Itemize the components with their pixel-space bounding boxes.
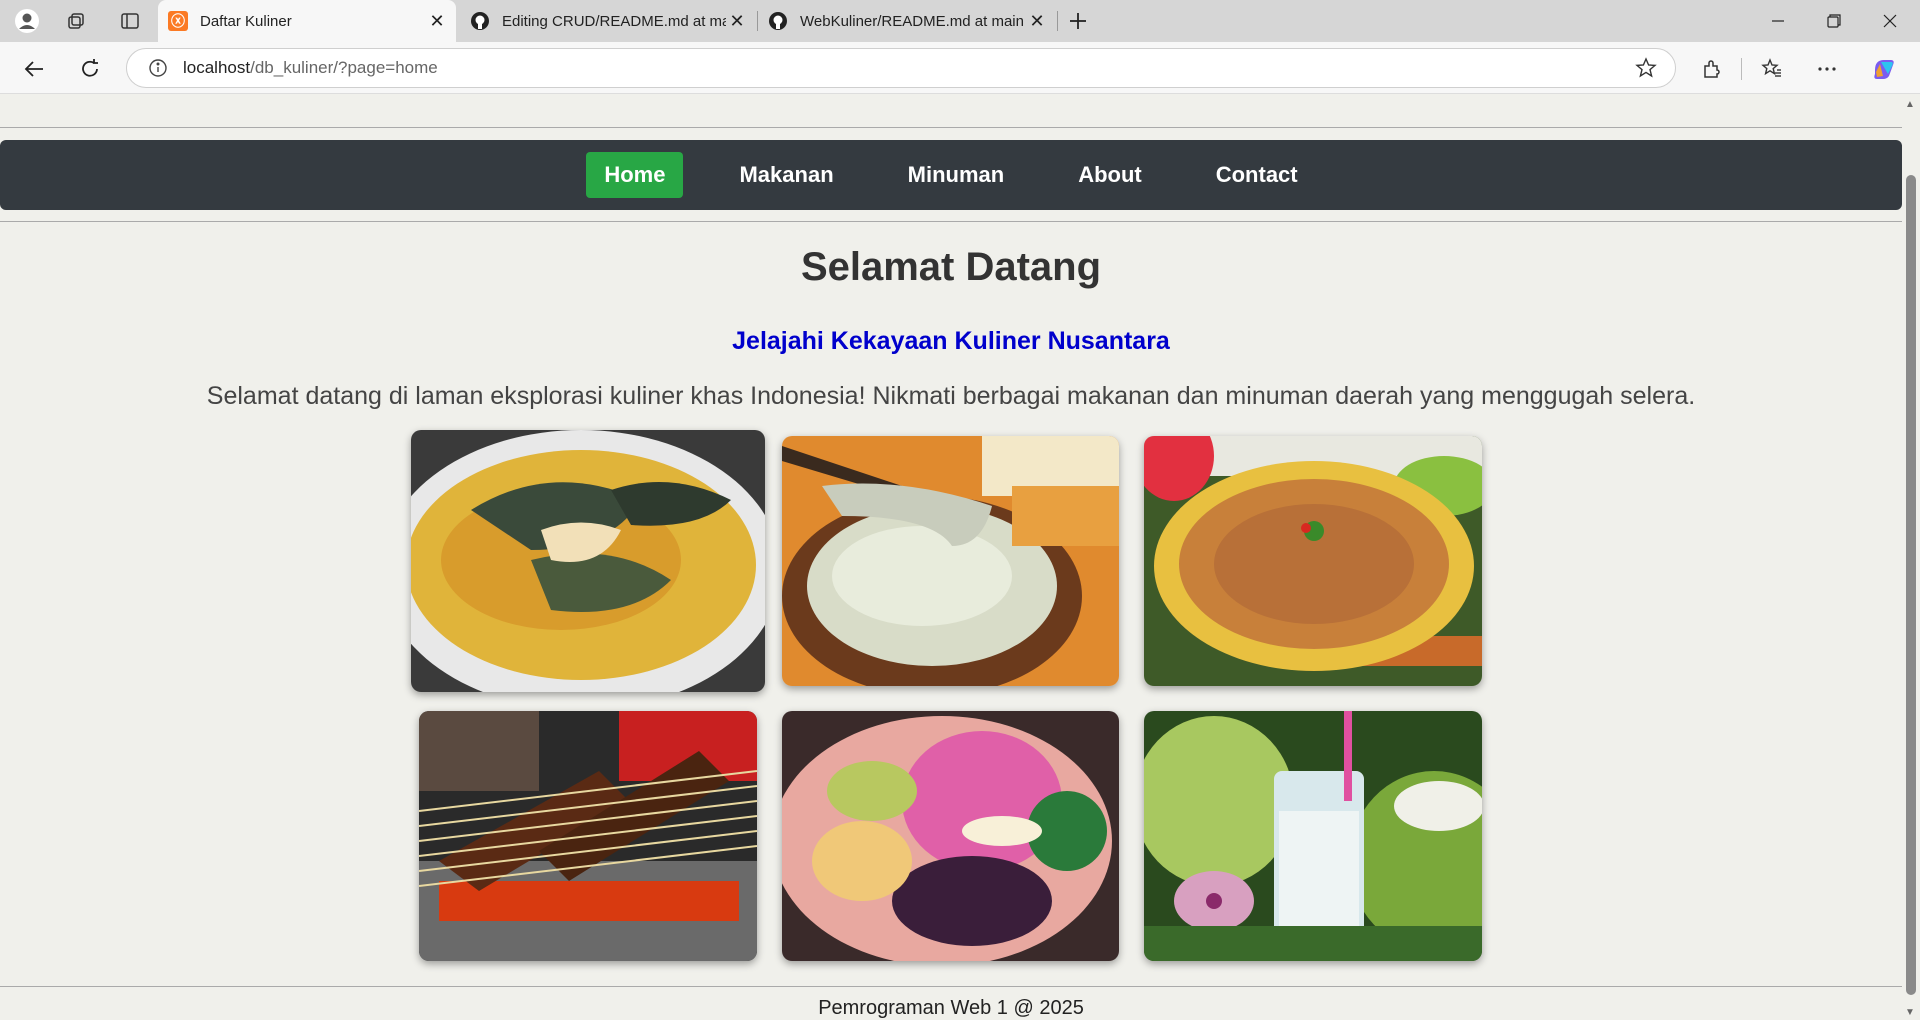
profile-icon[interactable]	[10, 5, 44, 37]
url-host: localhost	[183, 58, 251, 77]
svg-text:ⓧ: ⓧ	[171, 13, 185, 29]
kerak-telor-photo	[1144, 436, 1482, 686]
tab-separator	[1057, 11, 1058, 31]
nav-about[interactable]: About	[1060, 152, 1160, 198]
github-icon	[768, 11, 788, 31]
intro-text: Selamat datang di laman eksplorasi kulin…	[206, 382, 1696, 410]
tab-editing-crud[interactable]: Editing CRUD/README.md at main ✕	[460, 0, 756, 42]
es-campur-photo	[782, 711, 1119, 961]
site-info-icon[interactable]	[147, 57, 169, 79]
minimize-icon[interactable]	[1750, 0, 1806, 42]
extensions-icon[interactable]	[1694, 51, 1730, 87]
browser-toolbar: localhost/db_kuliner/?page=home	[0, 42, 1920, 94]
workspaces-icon[interactable]	[59, 5, 93, 37]
new-tab-icon[interactable]	[1061, 5, 1095, 37]
es-kelapa-photo	[1144, 711, 1482, 961]
favorite-star-icon[interactable]	[1635, 57, 1657, 84]
divider	[0, 127, 1902, 128]
nav-minuman[interactable]: Minuman	[890, 152, 1023, 198]
tab-title: Daftar Kuliner	[200, 12, 292, 30]
more-menu-icon[interactable]	[1809, 51, 1845, 87]
scrollbar-thumb[interactable]	[1906, 175, 1916, 995]
tab-daftar-kuliner[interactable]: ⓧ Daftar Kuliner ✕	[158, 0, 456, 42]
address-bar[interactable]: localhost/db_kuliner/?page=home	[126, 48, 1676, 88]
toolbar-separator	[1741, 58, 1742, 80]
refresh-icon[interactable]	[72, 51, 108, 87]
restore-icon[interactable]	[1806, 0, 1862, 42]
back-arrow-icon[interactable]	[16, 51, 52, 87]
nav-home[interactable]: Home	[586, 152, 684, 198]
tab-webkuliner[interactable]: WebKuliner/README.md at main ✕	[758, 0, 1056, 42]
nav-makanan[interactable]: Makanan	[721, 152, 851, 198]
page-title: Selamat Datang	[800, 245, 1102, 289]
xampp-icon: ⓧ	[168, 11, 188, 31]
page-viewport: Home Makanan Minuman About Contact Selam…	[0, 95, 1902, 1020]
copilot-icon[interactable]	[1866, 51, 1902, 87]
papeda-photo	[782, 436, 1119, 686]
favorites-icon[interactable]	[1754, 51, 1790, 87]
browser-tab-bar: ⓧ Daftar Kuliner ✕ Editing CRUD/README.m…	[0, 0, 1920, 42]
tab-actions-icon[interactable]	[113, 5, 147, 37]
github-icon	[470, 11, 490, 31]
divider	[0, 221, 1902, 222]
close-icon[interactable]: ✕	[426, 10, 448, 32]
tab-title: Editing CRUD/README.md at main	[502, 12, 726, 30]
main-navbar: Home Makanan Minuman About Contact	[0, 140, 1902, 210]
scroll-up-arrow-icon[interactable]: ▲	[1905, 99, 1915, 110]
nav-contact[interactable]: Contact	[1198, 152, 1316, 198]
close-icon[interactable]: ✕	[1026, 10, 1048, 32]
sate-photo	[419, 711, 757, 961]
url-text: localhost/db_kuliner/?page=home	[183, 58, 438, 78]
url-path: /db_kuliner/?page=home	[250, 58, 438, 77]
divider	[0, 986, 1902, 987]
close-icon[interactable]: ✕	[726, 10, 748, 32]
page-subtitle: Jelajahi Kekayaan Kuliner Nusantara	[732, 327, 1170, 355]
page-scrollbar[interactable]: ▲ ▼	[1902, 95, 1920, 1020]
scroll-down-arrow-icon[interactable]: ▼	[1905, 1007, 1915, 1018]
close-window-icon[interactable]	[1862, 0, 1918, 42]
fish-soup-photo	[411, 430, 765, 692]
tab-title: WebKuliner/README.md at main	[800, 12, 1024, 30]
footer-text: Pemrograman Web 1 @ 2025	[818, 997, 1084, 1019]
